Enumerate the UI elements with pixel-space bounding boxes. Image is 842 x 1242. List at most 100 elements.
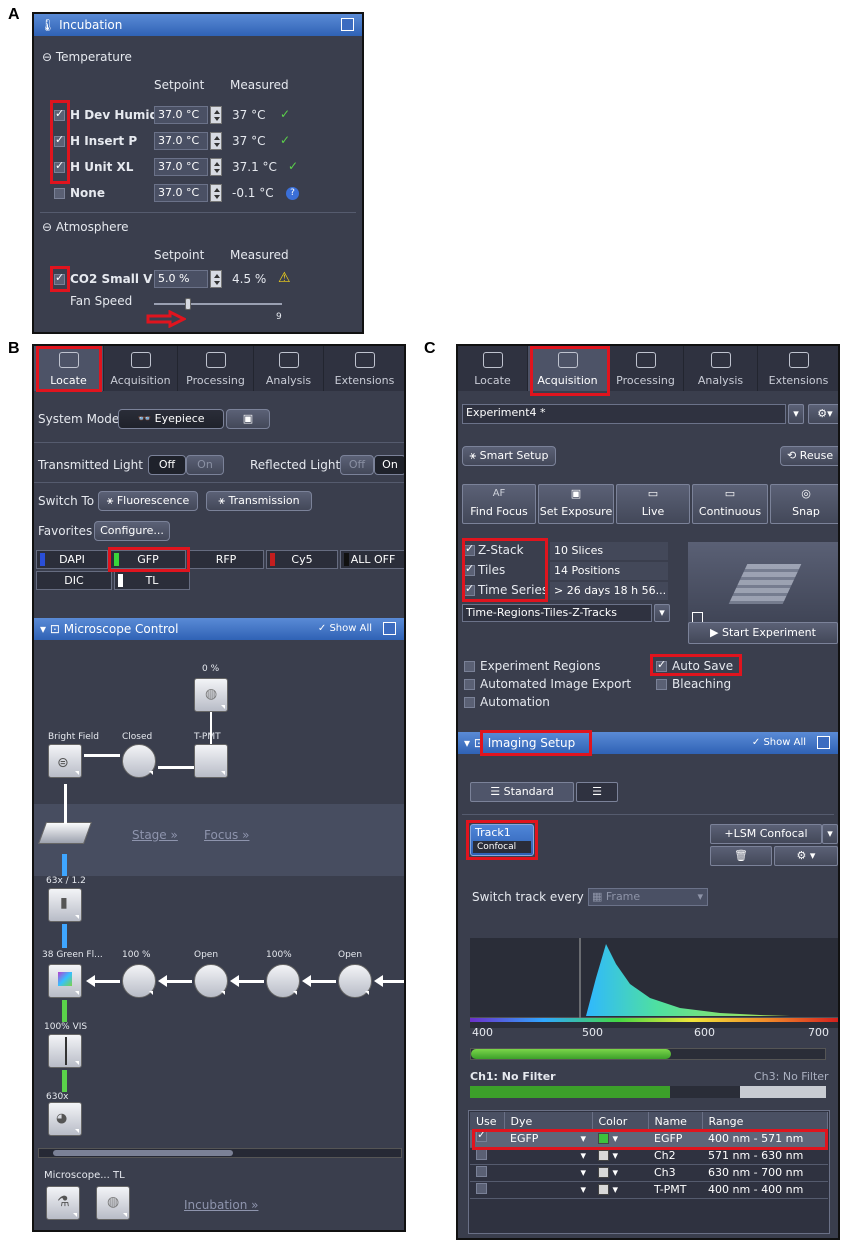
attenuator-button-2[interactable]: [266, 964, 300, 998]
favorite-tl[interactable]: TL: [114, 571, 190, 590]
tiles-value[interactable]: 14 Positions: [550, 562, 668, 580]
reflected-off-button[interactable]: Off: [340, 455, 374, 475]
co2-checkbox[interactable]: [54, 271, 65, 285]
use-cell[interactable]: [470, 1181, 504, 1199]
reflected-on-button[interactable]: On: [374, 455, 404, 475]
tab-analysis[interactable]: Analysis: [684, 346, 758, 391]
z-stack-value[interactable]: 10 Slices: [550, 542, 668, 560]
set-exposure-button[interactable]: ▣ Set Exposure: [538, 484, 614, 524]
incubation-link[interactable]: Incubation »: [184, 1198, 258, 1212]
switch-track-select[interactable]: ▦ Frame ▾: [588, 888, 708, 906]
chevron-down-icon[interactable]: ▾: [613, 1149, 619, 1162]
filter-cube-button[interactable]: [48, 964, 82, 998]
expert-view-button[interactable]: ☰: [576, 782, 618, 802]
detection-range-bar[interactable]: [470, 1048, 826, 1060]
color-swatch[interactable]: [598, 1132, 609, 1144]
microscope-control-header[interactable]: ▾ ⊡ Microscope Control ✓ Show All: [34, 618, 404, 640]
tab-acquisition[interactable]: Acquisition: [104, 346, 178, 391]
detection-range-fill[interactable]: [471, 1049, 671, 1059]
use-checkbox[interactable]: [476, 1165, 487, 1177]
fluorescence-button[interactable]: ⚹ Fluorescence: [98, 491, 198, 511]
template-dropdown-arrow[interactable]: ▾: [654, 604, 670, 622]
time-series-value[interactable]: > 26 days 18 h 56...: [550, 582, 668, 600]
use-checkbox[interactable]: [476, 1182, 487, 1194]
filter-bar-gray[interactable]: [740, 1086, 826, 1098]
shutter-open-button[interactable]: [194, 964, 228, 998]
delete-track-button[interactable]: 🗑: [710, 846, 772, 866]
attenuator-button[interactable]: [122, 964, 156, 998]
use-checkbox[interactable]: [476, 1148, 487, 1160]
camera-detector-button[interactable]: ◕: [48, 1102, 82, 1136]
live-button[interactable]: ▭ Live: [616, 484, 690, 524]
use-cell[interactable]: [470, 1164, 504, 1182]
show-all-toggle[interactable]: ✓ Show All: [752, 732, 806, 754]
snap-button[interactable]: ◎ Snap: [770, 484, 838, 524]
color-swatch[interactable]: [598, 1184, 609, 1195]
temp-setpoint-field[interactable]: 37.0 °C: [154, 158, 208, 176]
eyepiece-button[interactable]: 👓 Eyepiece: [118, 409, 224, 429]
color-cell[interactable]: ▾: [592, 1164, 648, 1182]
color-swatch[interactable]: [598, 1150, 609, 1161]
co2-setpoint-spinner[interactable]: [210, 270, 222, 288]
chevron-down-icon[interactable]: ▾: [580, 1132, 586, 1145]
experiment-dropdown-arrow[interactable]: ▾: [788, 404, 804, 424]
favorite-dic[interactable]: DIC: [36, 571, 112, 590]
temp-row-checkbox[interactable]: [54, 159, 65, 173]
use-checkbox[interactable]: [476, 1128, 487, 1143]
temp-setpoint-field[interactable]: 37.0 °C: [154, 184, 208, 202]
transmitted-off-button[interactable]: Off: [148, 455, 186, 475]
show-all-toggle[interactable]: ✓ Show All: [318, 618, 372, 640]
temp-setpoint-spinner[interactable]: [210, 184, 222, 202]
tpmt-detector-button[interactable]: [194, 744, 228, 778]
external-window-icon[interactable]: [341, 18, 354, 31]
chevron-down-icon[interactable]: ▾: [613, 1183, 619, 1196]
dye-cell[interactable]: ▾: [504, 1164, 592, 1182]
automation-checkbox[interactable]: [464, 697, 475, 708]
dye-cell[interactable]: ▾: [504, 1181, 592, 1199]
automated-export-checkbox[interactable]: [464, 679, 475, 690]
co2-setpoint-field[interactable]: 5.0 %: [154, 270, 208, 288]
external-window-icon[interactable]: [817, 736, 830, 749]
favorite-dapi[interactable]: DAPI: [36, 550, 108, 569]
chevron-down-icon[interactable]: ▾: [580, 1183, 586, 1196]
info-icon[interactable]: ?: [286, 187, 299, 200]
tiles-checkbox[interactable]: [464, 562, 475, 576]
horizontal-scrollbar[interactable]: [38, 1148, 402, 1158]
table-row[interactable]: ▾ ▾ Ch2 571 nm - 630 nm: [470, 1147, 828, 1165]
tab-extensions[interactable]: Extensions: [758, 346, 838, 391]
external-window-icon[interactable]: [383, 622, 396, 635]
temperature-section-toggle[interactable]: ⊖ Temperature: [42, 50, 132, 64]
tab-processing[interactable]: Processing: [178, 346, 254, 391]
reuse-button[interactable]: ⟲ Reuse: [780, 446, 838, 466]
camera-mode-button[interactable]: ▣: [226, 409, 270, 429]
favorite-cy5[interactable]: Cy5: [266, 550, 338, 569]
incubation-header[interactable]: 🌡 Incubation: [34, 14, 362, 36]
track-options-button[interactable]: ⚙ ▾: [774, 846, 838, 866]
objective-button[interactable]: ▮: [48, 888, 82, 922]
tl-lamp-button[interactable]: ◍: [96, 1186, 130, 1220]
experiment-regions-checkbox[interactable]: [464, 661, 475, 672]
temp-row-checkbox[interactable]: [54, 188, 65, 199]
time-series-checkbox[interactable]: [464, 582, 475, 596]
vis-splitter-button[interactable]: [48, 1034, 82, 1068]
transmitted-on-button[interactable]: On: [186, 455, 224, 475]
favorite-rfp[interactable]: RFP: [188, 550, 264, 569]
tab-analysis[interactable]: Analysis: [254, 346, 324, 391]
scrollbar-thumb[interactable]: [53, 1150, 233, 1156]
tab-processing[interactable]: Processing: [608, 346, 684, 391]
filter-bar-green[interactable]: [470, 1086, 670, 1098]
table-row[interactable]: ▾ ▾ Ch3 630 nm - 700 nm: [470, 1164, 828, 1182]
standard-view-button[interactable]: ☰ Standard: [470, 782, 574, 802]
experiment-options-button[interactable]: ⚙▾: [808, 404, 838, 424]
color-cell[interactable]: ▾: [592, 1130, 648, 1148]
auto-save-checkbox[interactable]: [656, 658, 667, 672]
chevron-down-icon[interactable]: ▾: [580, 1149, 586, 1162]
stage-icon[interactable]: [37, 822, 93, 844]
table-row[interactable]: EGFP ▾ ▾ EGFP 400 nm - 571 nm: [470, 1128, 828, 1148]
lsm-dropdown-arrow[interactable]: ▾: [822, 824, 838, 844]
tab-locate[interactable]: Locate: [458, 346, 528, 391]
template-select[interactable]: Time-Regions-Tiles-Z-Tracks: [462, 604, 652, 622]
dye-cell[interactable]: EGFP ▾: [504, 1130, 592, 1148]
temp-setpoint-spinner[interactable]: [210, 132, 222, 150]
find-focus-button[interactable]: AF Find Focus: [462, 484, 536, 524]
